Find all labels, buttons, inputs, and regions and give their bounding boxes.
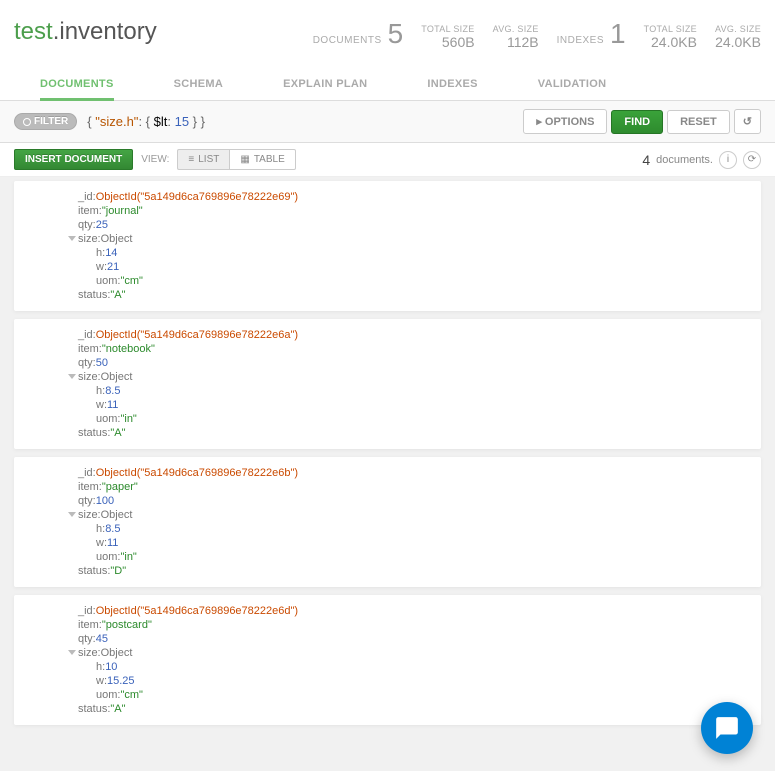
refresh-button[interactable]: ⟳ bbox=[743, 151, 761, 169]
view-toggle: ≡ LIST ▦ TABLE bbox=[177, 149, 295, 170]
doc-field: item:"notebook" bbox=[78, 342, 751, 356]
avg-size: AVG. SIZE 112B bbox=[493, 24, 539, 50]
indexes-label: INDEXES bbox=[557, 35, 604, 46]
view-list-label: LIST bbox=[198, 154, 219, 165]
reset-button[interactable]: RESET bbox=[667, 110, 730, 134]
query-val: 15 bbox=[175, 114, 189, 129]
idx-total-size-label: TOTAL SIZE bbox=[644, 24, 697, 34]
doc-field: uom:"in" bbox=[78, 412, 751, 426]
table-icon: ▦ bbox=[240, 154, 249, 165]
chat-icon bbox=[714, 715, 740, 741]
doc-field: uom:"cm" bbox=[78, 274, 751, 288]
avg-size-label: AVG. SIZE bbox=[493, 24, 539, 34]
collection-name: inventory bbox=[59, 18, 156, 45]
doc-field: w:11 bbox=[78, 536, 751, 550]
avg-size-value: 112B bbox=[493, 34, 539, 50]
options-label: OPTIONS bbox=[545, 116, 595, 128]
doc-field: status:"A" bbox=[78, 288, 751, 302]
view-table-button[interactable]: ▦ TABLE bbox=[229, 149, 295, 170]
documents-count: DOCUMENTS 5 bbox=[313, 18, 404, 50]
doc-field: h:8.5 bbox=[78, 384, 751, 398]
view-table-label: TABLE bbox=[254, 154, 285, 165]
doc-field: uom:"in" bbox=[78, 550, 751, 564]
document-card[interactable]: _id:ObjectId("5a149d6ca769896e78222e6d")… bbox=[14, 595, 761, 725]
document-card[interactable]: _id:ObjectId("5a149d6ca769896e78222e6a")… bbox=[14, 319, 761, 449]
filter-bar: FILTER { "size.h": { $lt: 15 } } ▸ OPTIO… bbox=[0, 101, 775, 143]
tab-bar: DOCUMENTS SCHEMA EXPLAIN PLAN INDEXES VA… bbox=[0, 68, 775, 101]
doc-field: status:"A" bbox=[78, 426, 751, 440]
idx-total-size-value: 24.0KB bbox=[644, 34, 697, 50]
filter-query-input[interactable]: { "size.h": { $lt: 15 } } bbox=[81, 110, 519, 134]
doc-field: _id:ObjectId("5a149d6ca769896e78222e6b") bbox=[78, 466, 751, 480]
total-size-label: TOTAL SIZE bbox=[421, 24, 474, 34]
toolbar-left: INSERT DOCUMENT VIEW: ≡ LIST ▦ TABLE bbox=[14, 149, 296, 170]
doc-field: h:8.5 bbox=[78, 522, 751, 536]
history-button[interactable]: ↺ bbox=[734, 109, 761, 134]
indexes-value: 1 bbox=[610, 18, 626, 50]
doc-field: _id:ObjectId("5a149d6ca769896e78222e6d") bbox=[78, 604, 751, 618]
doc-field: qty:100 bbox=[78, 494, 751, 508]
doc-field: qty:45 bbox=[78, 632, 751, 646]
doc-field: status:"D" bbox=[78, 564, 751, 578]
filter-badge-label: FILTER bbox=[34, 116, 68, 127]
document-card[interactable]: _id:ObjectId("5a149d6ca769896e78222e6b")… bbox=[14, 457, 761, 587]
doc-field: h:14 bbox=[78, 246, 751, 260]
doc-field: size:Object bbox=[78, 508, 751, 522]
toolbar-right: 4 documents. i ⟳ bbox=[642, 151, 761, 169]
doc-field: h:10 bbox=[78, 660, 751, 674]
doc-field: item:"paper" bbox=[78, 480, 751, 494]
view-label: VIEW: bbox=[141, 154, 169, 165]
info-icon: i bbox=[727, 154, 729, 165]
doc-field: w:11 bbox=[78, 398, 751, 412]
history-icon: ↺ bbox=[743, 116, 752, 128]
document-list[interactable]: _id:ObjectId("5a149d6ca769896e78222e69")… bbox=[0, 177, 775, 771]
idx-avg-size-label: AVG. SIZE bbox=[715, 24, 761, 34]
indexes-count: INDEXES 1 bbox=[557, 18, 626, 50]
tab-explain-plan[interactable]: EXPLAIN PLAN bbox=[283, 68, 367, 100]
idx-avg-size-value: 24.0KB bbox=[715, 34, 761, 50]
namespace: test.inventory bbox=[14, 18, 157, 46]
result-word: documents. bbox=[656, 154, 713, 166]
filter-badge[interactable]: FILTER bbox=[14, 113, 77, 130]
doc-field: qty:25 bbox=[78, 218, 751, 232]
tab-indexes[interactable]: INDEXES bbox=[427, 68, 477, 100]
tab-validation[interactable]: VALIDATION bbox=[538, 68, 607, 100]
result-count: 4 bbox=[642, 152, 650, 168]
idx-total-size: TOTAL SIZE 24.0KB bbox=[644, 24, 697, 50]
total-size: TOTAL SIZE 560B bbox=[421, 24, 474, 50]
idx-avg-size: AVG. SIZE 24.0KB bbox=[715, 24, 761, 50]
view-list-button[interactable]: ≡ LIST bbox=[177, 149, 229, 170]
tab-schema[interactable]: SCHEMA bbox=[174, 68, 223, 100]
insert-document-button[interactable]: INSERT DOCUMENT bbox=[14, 149, 133, 170]
doc-field: w:21 bbox=[78, 260, 751, 274]
options-button[interactable]: ▸ OPTIONS bbox=[523, 109, 607, 134]
doc-field: size:Object bbox=[78, 370, 751, 384]
doc-field: item:"journal" bbox=[78, 204, 751, 218]
filter-reset-icon bbox=[23, 118, 31, 126]
find-button[interactable]: FIND bbox=[611, 110, 663, 134]
list-icon: ≡ bbox=[188, 154, 194, 165]
info-button[interactable]: i bbox=[719, 151, 737, 169]
database-name: test bbox=[14, 18, 53, 45]
refresh-icon: ⟳ bbox=[748, 154, 756, 165]
doc-field: size:Object bbox=[78, 232, 751, 246]
stats-row: DOCUMENTS 5 TOTAL SIZE 560B AVG. SIZE 11… bbox=[313, 18, 761, 50]
doc-field: w:15.25 bbox=[78, 674, 751, 688]
chat-fab[interactable] bbox=[701, 702, 753, 754]
doc-field: _id:ObjectId("5a149d6ca769896e78222e6a") bbox=[78, 328, 751, 342]
documents-value: 5 bbox=[388, 18, 404, 50]
doc-field: item:"postcard" bbox=[78, 618, 751, 632]
tab-documents[interactable]: DOCUMENTS bbox=[40, 68, 114, 101]
total-size-value: 560B bbox=[421, 34, 474, 50]
doc-field: size:Object bbox=[78, 646, 751, 660]
doc-field: status:"A" bbox=[78, 702, 751, 716]
doc-field: uom:"cm" bbox=[78, 688, 751, 702]
doc-field: _id:ObjectId("5a149d6ca769896e78222e69") bbox=[78, 190, 751, 204]
query-key: "size.h" bbox=[95, 114, 138, 129]
document-card[interactable]: _id:ObjectId("5a149d6ca769896e78222e69")… bbox=[14, 181, 761, 311]
toolbar: INSERT DOCUMENT VIEW: ≡ LIST ▦ TABLE 4 d… bbox=[0, 143, 775, 177]
doc-field: qty:50 bbox=[78, 356, 751, 370]
documents-label: DOCUMENTS bbox=[313, 35, 382, 46]
